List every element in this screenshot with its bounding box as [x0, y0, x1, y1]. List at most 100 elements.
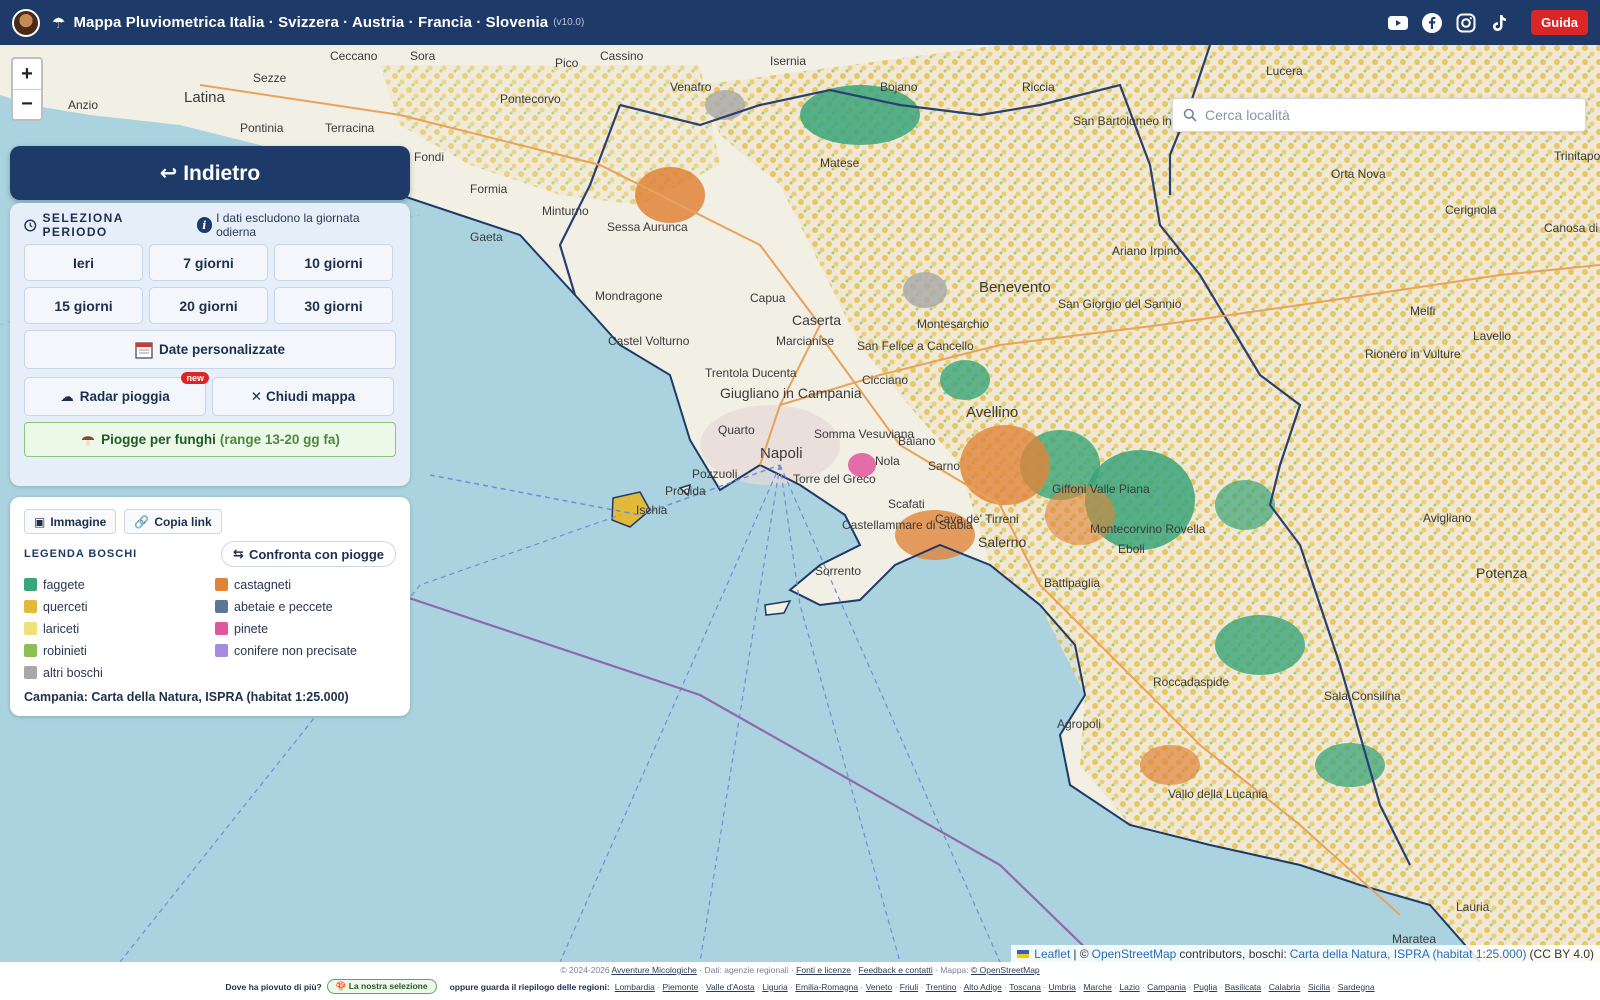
- ukraine-flag-icon: [1017, 949, 1030, 958]
- period-button-15-days[interactable]: 15 giorni: [24, 287, 143, 324]
- map-label: Rionero in Vulture: [1365, 347, 1461, 361]
- region-link[interactable]: Veneto: [866, 982, 892, 992]
- compare-button[interactable]: ⇆ Confronta con piogge: [221, 541, 396, 567]
- image-button[interactable]: ▣ Immagine: [24, 509, 117, 534]
- region-link[interactable]: Calabria: [1269, 982, 1301, 992]
- custom-dates-label: Date personalizzate: [158, 342, 286, 357]
- period-button-7-days[interactable]: 7 giorni: [149, 244, 268, 281]
- map-label: Mondragone: [595, 289, 663, 303]
- radar-button[interactable]: ☁ Radar pioggia new: [24, 372, 209, 416]
- legend-item: querceti: [24, 599, 215, 614]
- map-label: Orta Nova: [1331, 167, 1386, 181]
- legend-title: LEGENDA BOSCHI: [24, 548, 138, 560]
- map-attribution: Leaflet | © OpenStreetMap contributors, …: [1011, 945, 1600, 962]
- close-map-button[interactable]: ✕ Chiudi mappa: [212, 377, 394, 416]
- map-label: Canosa di Puglia: [1544, 221, 1600, 235]
- region-link[interactable]: Campania: [1147, 982, 1186, 992]
- funghi-button[interactable]: Piogge per funghi (range 13-20 gg fa): [24, 422, 396, 457]
- period-button-30-days[interactable]: 30 giorni: [274, 287, 393, 324]
- info-icon[interactable]: i: [196, 217, 213, 233]
- app-version: (v10.0): [553, 17, 585, 28]
- region-link[interactable]: Lombardia: [615, 982, 655, 992]
- map-label: Roccadaspide: [1153, 675, 1229, 689]
- region-link[interactable]: Piemonte: [662, 982, 698, 992]
- period-button-ieri[interactable]: Ieri: [24, 244, 143, 281]
- close-map-label: Chiudi mappa: [266, 389, 356, 404]
- tiktok-icon[interactable]: [1489, 12, 1511, 34]
- carta-natura-link[interactable]: Carta della Natura, ISPRA (habitat 1:25.…: [1290, 947, 1527, 961]
- region-link[interactable]: Sicilia: [1308, 982, 1330, 992]
- legend-item: pinete: [215, 621, 395, 636]
- guide-button[interactable]: Guida: [1531, 10, 1588, 35]
- region-link[interactable]: Friuli: [900, 982, 918, 992]
- legend-swatch: [24, 622, 37, 635]
- zoom-in-button[interactable]: +: [13, 59, 41, 89]
- map-label: Giugliano in Campania: [720, 385, 862, 401]
- regions-intro: oppure guarda il riepilogo delle regioni…: [449, 981, 610, 992]
- region-link[interactable]: Lazio: [1119, 982, 1139, 992]
- search-input[interactable]: Cerca località: [1205, 107, 1290, 123]
- region-link[interactable]: Basilicata: [1225, 982, 1261, 992]
- map-label: Pontecorvo: [500, 92, 561, 106]
- region-link[interactable]: Trentino: [926, 982, 957, 992]
- map-label: Sala Consilina: [1324, 689, 1401, 703]
- region-link[interactable]: Liguria: [762, 982, 788, 992]
- map-label: San Felice a Cancello: [857, 339, 974, 353]
- location-search[interactable]: Cerca località: [1172, 98, 1586, 132]
- map-label: Terracina: [325, 121, 375, 135]
- legend-swatch: [215, 622, 228, 635]
- region-link[interactable]: Valle d'Aosta: [706, 982, 755, 992]
- map-label: Avigliano: [1423, 511, 1472, 525]
- map-label: Napoli: [760, 445, 803, 462]
- legend-item: faggete: [24, 577, 215, 592]
- copy-link-button[interactable]: 🔗 Copia link: [124, 509, 222, 534]
- map-label: Benevento: [979, 279, 1051, 296]
- youtube-icon[interactable]: [1387, 12, 1409, 34]
- back-button[interactable]: ↩ Indietro: [10, 146, 410, 200]
- footer-osm-link[interactable]: © OpenStreetMap: [971, 965, 1040, 975]
- legend-swatch: [215, 644, 228, 657]
- custom-dates-button[interactable]: Date personalizzate: [24, 330, 396, 369]
- legend-swatch: [215, 578, 228, 591]
- period-note: I dati escludono la giornata odierna: [216, 211, 360, 239]
- region-link[interactable]: Toscana: [1009, 982, 1041, 992]
- region-link[interactable]: Sardegna: [1338, 982, 1375, 992]
- region-link[interactable]: Emilia-Romagna: [795, 982, 858, 992]
- region-link[interactable]: Marche: [1083, 982, 1111, 992]
- footer-credits: © 2024-2026 Avventure Micologiche · Dati…: [560, 965, 1040, 975]
- site-link[interactable]: Avventure Micologiche: [612, 965, 697, 975]
- period-button-20-days[interactable]: 20 giorni: [149, 287, 268, 324]
- map-label: Castel Volturno: [608, 334, 690, 348]
- osm-link[interactable]: OpenStreetMap: [1092, 947, 1177, 961]
- region-link[interactable]: Alto Adige: [964, 982, 1002, 992]
- attribution-contrib: contributors, boschi:: [1179, 946, 1287, 961]
- map-label: Cassino: [600, 49, 644, 63]
- regions-list: Lombardia · Piemonte · Valle d'Aosta · L…: [614, 981, 1375, 992]
- period-button-10-days[interactable]: 10 giorni: [274, 244, 393, 281]
- selection-button[interactable]: 🍄 La nostra selezione: [326, 979, 437, 994]
- map-label: Eboli: [1118, 542, 1145, 556]
- mushroom-icon: [82, 435, 95, 446]
- rain-cloud-icon: ☂: [52, 14, 66, 32]
- sources-link[interactable]: Fonti e licenze: [796, 965, 851, 975]
- footer: © 2024-2026 Avventure Micologiche · Dati…: [0, 962, 1600, 1000]
- region-link[interactable]: Umbria: [1048, 982, 1075, 992]
- feedback-link[interactable]: Feedback e contatti: [859, 965, 933, 975]
- map-label: Sessa Aurunca: [607, 220, 688, 234]
- map-label: Capua: [750, 291, 786, 305]
- avatar[interactable]: [12, 8, 40, 37]
- map-label: Agropoli: [1057, 717, 1101, 731]
- leaflet-link[interactable]: Leaflet: [1034, 947, 1070, 961]
- copy-link-label: Copia link: [154, 514, 212, 529]
- map-label: Scafati: [888, 497, 925, 511]
- legend-label: lariceti: [43, 621, 80, 636]
- zoom-out-button[interactable]: −: [13, 89, 41, 119]
- map-label: Montesarchio: [917, 317, 989, 331]
- map-label: Pontinia: [240, 121, 284, 135]
- region-link[interactable]: Puglia: [1194, 982, 1218, 992]
- map-label: Isernia: [770, 54, 806, 68]
- facebook-icon[interactable]: [1421, 12, 1443, 34]
- instagram-icon[interactable]: [1455, 12, 1477, 34]
- legend-item: lariceti: [24, 621, 215, 636]
- period-panel: SELEZIONA PERIODO i I dati escludono la …: [10, 203, 410, 486]
